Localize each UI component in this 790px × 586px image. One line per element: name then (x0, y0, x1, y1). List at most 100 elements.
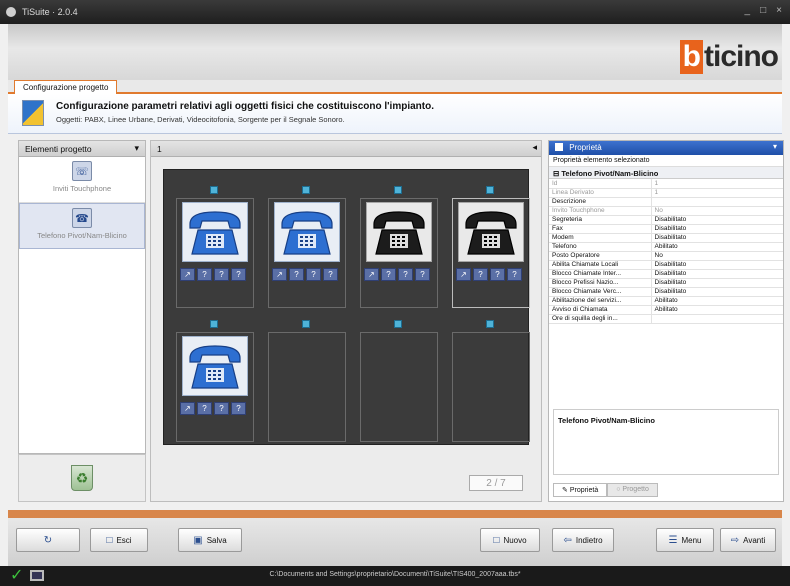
property-row[interactable]: Abilita Chiamate Locali Disabilitato (549, 260, 783, 270)
property-key: Modem (549, 233, 652, 243)
property-value[interactable]: No (651, 206, 783, 216)
link-icon[interactable]: ↗ (364, 268, 379, 281)
minimize-icon[interactable]: _ (745, 5, 751, 16)
info-badge-icon[interactable]: ? (473, 268, 488, 281)
info-badge-icon[interactable]: ? (381, 268, 396, 281)
connector-icon[interactable] (486, 186, 494, 194)
connector-icon[interactable] (394, 320, 402, 328)
connector-icon[interactable] (302, 320, 310, 328)
property-key: Segreteria (549, 215, 652, 225)
properties-grid: Id 1 Linea Derivato 1 Descrizione Invito Touc… (549, 179, 783, 324)
tab-progetto[interactable]: ○ Progetto (607, 483, 658, 497)
link-icon[interactable]: ↗ (272, 268, 287, 281)
telephone-icon (182, 336, 248, 396)
exit-icon: □ (106, 534, 113, 546)
link-icon[interactable]: ↗ (180, 402, 195, 415)
phone-slot[interactable]: ↗??? (176, 320, 254, 450)
property-row[interactable]: Modem Disabilitato (549, 233, 783, 243)
property-row[interactable]: Linea Derivato 1 (549, 188, 783, 198)
collapse-icon[interactable]: ◂ (532, 142, 537, 153)
pin-icon[interactable]: ▾ (773, 142, 777, 151)
property-row[interactable]: Telefono Abilitato (549, 242, 783, 252)
property-row[interactable]: Descrizione (549, 197, 783, 207)
property-value[interactable]: 1 (651, 179, 783, 189)
phone-slot[interactable] (268, 320, 346, 450)
element-item-telefono[interactable]: ☎ Telefono Pivot/Nam-Blicino (19, 203, 145, 249)
property-value[interactable] (651, 197, 783, 207)
info-badge-icon[interactable]: ? (231, 268, 246, 281)
connector-icon[interactable] (486, 320, 494, 328)
property-value[interactable] (651, 314, 783, 324)
property-key: Ore di squilla degli in... (549, 314, 652, 324)
connector-icon[interactable] (302, 186, 310, 194)
info-badge-icon[interactable]: ? (231, 402, 246, 415)
pin-icon[interactable]: ▾ (134, 143, 139, 154)
phone-slot[interactable]: ↗??? (176, 186, 254, 316)
property-value[interactable]: Disabilitato (651, 269, 783, 279)
phone-slot[interactable]: ↗??? (452, 186, 530, 316)
refresh-icon: ↻ (43, 534, 53, 546)
property-value[interactable]: Disabilitato (651, 287, 783, 297)
info-badge-icon[interactable]: ? (197, 402, 212, 415)
property-value[interactable]: No (651, 251, 783, 261)
maximize-icon[interactable]: □ (760, 5, 766, 16)
connector-icon[interactable] (210, 320, 218, 328)
property-value[interactable]: Abilitato (651, 242, 783, 252)
connector-icon[interactable] (210, 186, 218, 194)
info-badge-icon[interactable]: ? (490, 268, 505, 281)
recycle-bin[interactable]: ♻ (18, 454, 146, 502)
info-badge-icon[interactable]: ? (398, 268, 413, 281)
property-row[interactable]: Posto Operatore No (549, 251, 783, 261)
property-value[interactable]: Abilitato (651, 305, 783, 315)
exit-button[interactable]: □ Esci (90, 528, 148, 552)
property-value[interactable]: Disabilitato (651, 215, 783, 225)
elements-panel: Elementi progetto ▾ ☏ Inviti Touchphone … (18, 140, 146, 454)
info-badge-icon[interactable]: ? (289, 268, 304, 281)
properties-group[interactable]: ⊟ Telefono Pivot/Nam-Blicino (549, 167, 783, 179)
property-row[interactable]: Avviso di Chiamata Abilitato (549, 305, 783, 315)
property-value[interactable]: Disabilitato (651, 224, 783, 234)
refresh-button[interactable]: ↻ (16, 528, 80, 552)
next-button[interactable]: ⇨ Avanti (720, 528, 776, 552)
new-button[interactable]: □ Nuovo (480, 528, 540, 552)
property-value[interactable]: Disabilitato (651, 233, 783, 243)
connector-icon[interactable] (394, 186, 402, 194)
phone-slot[interactable]: ↗??? (268, 186, 346, 316)
info-badge-icon[interactable]: ? (197, 268, 212, 281)
link-icon[interactable]: ↗ (180, 268, 195, 281)
link-icon[interactable]: ↗ (456, 268, 471, 281)
property-value[interactable]: Disabilitato (651, 260, 783, 270)
phone-slot[interactable] (360, 320, 438, 450)
info-badge-icon[interactable]: ? (306, 268, 321, 281)
close-icon[interactable]: × (776, 5, 782, 16)
property-row[interactable]: Abilitazione del servizi... Abilitato (549, 296, 783, 306)
window-title: TiSuite · 2.0.4 (22, 7, 78, 17)
tab-configurazione-progetto[interactable]: Configurazione progetto (14, 80, 118, 94)
property-row[interactable]: Fax Disabilitato (549, 224, 783, 234)
property-row[interactable]: Segreteria Disabilitato (549, 215, 783, 225)
collapse-group-icon[interactable]: ⊟ (553, 169, 559, 178)
property-row[interactable]: Ore di squilla degli in... (549, 314, 783, 324)
tab-proprieta[interactable]: ✎ Proprietà (553, 483, 608, 497)
info-badge-icon[interactable]: ? (507, 268, 522, 281)
phone-slot[interactable]: ↗??? (360, 186, 438, 316)
phone-slot[interactable] (452, 320, 530, 450)
property-row[interactable]: Blocco Chiamate Inter... Disabilitato (549, 269, 783, 279)
property-row[interactable]: Blocco Chiamate Verc... Disabilitato (549, 287, 783, 297)
menu-button[interactable]: ☰ Menu (656, 528, 714, 552)
property-value[interactable]: 1 (651, 188, 783, 198)
info-badge-icon[interactable]: ? (214, 402, 229, 415)
property-row[interactable]: Invito Touchphone No (549, 206, 783, 216)
property-key: Blocco Chiamate Inter... (549, 269, 652, 279)
property-value[interactable]: Abilitato (651, 296, 783, 306)
save-button[interactable]: ▣ Salva (178, 528, 242, 552)
back-button[interactable]: ⇦ Indietro (552, 528, 614, 552)
property-row[interactable]: Blocco Prefissi Nazio... Disabilitato (549, 278, 783, 288)
info-badge-icon[interactable]: ? (323, 268, 338, 281)
info-badge-icon[interactable]: ? (415, 268, 430, 281)
property-key: Id (549, 179, 652, 189)
property-row[interactable]: Id 1 (549, 179, 783, 189)
property-value[interactable]: Disabilitato (651, 278, 783, 288)
element-item-touchphone[interactable]: ☏ Inviti Touchphone (19, 157, 145, 203)
info-badge-icon[interactable]: ? (214, 268, 229, 281)
